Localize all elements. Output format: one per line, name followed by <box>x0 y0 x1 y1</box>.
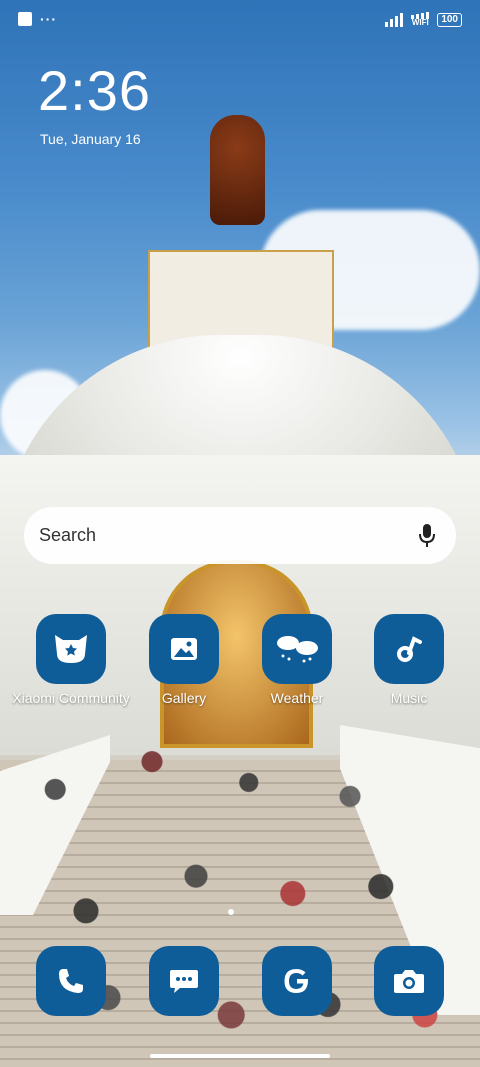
dock-camera-icon[interactable] <box>374 946 444 1016</box>
status-right: WIFI 100 <box>385 12 462 27</box>
dock-google-icon[interactable] <box>262 946 332 1016</box>
battery-indicator: 100 <box>437 12 462 27</box>
app-label: Weather <box>270 690 324 706</box>
app-label: Xiaomi Community <box>12 690 130 706</box>
dock-phone-icon[interactable] <box>36 946 106 1016</box>
gallery-icon[interactable] <box>149 614 219 684</box>
search-bar[interactable]: Search <box>24 507 456 564</box>
xiaomi-community-icon[interactable] <box>36 614 106 684</box>
more-notifications-icon: ··· <box>40 11 57 27</box>
app-weather[interactable]: Weather <box>262 614 332 707</box>
app-music[interactable]: Music <box>374 614 444 707</box>
app-label: Music <box>390 690 428 706</box>
cellular-signal-icon <box>385 12 404 27</box>
status-left: ··· <box>18 12 57 26</box>
microphone-icon[interactable] <box>414 523 440 549</box>
wifi-indicator: WIFI <box>411 12 430 27</box>
weather-icon[interactable] <box>262 614 332 684</box>
app-xiaomi-community[interactable]: Xiaomi Community <box>12 614 130 707</box>
notification-icon <box>18 12 32 26</box>
wifi-label: WIFI <box>411 18 429 27</box>
home-indicator[interactable] <box>150 1054 330 1058</box>
music-icon[interactable] <box>374 614 444 684</box>
status-bar: ··· WIFI 100 <box>0 0 480 42</box>
wallpaper-spire <box>210 115 265 225</box>
date[interactable]: Tue, January 16 <box>40 131 141 147</box>
page-indicator[interactable] <box>228 909 234 915</box>
app-label: Gallery <box>161 690 207 706</box>
home-screen: ··· WIFI 100 2:36 Tue, January 16 Search <box>0 0 480 1067</box>
dock-messages-icon[interactable] <box>149 946 219 1016</box>
clock[interactable]: 2:36 <box>38 58 151 123</box>
search-placeholder[interactable]: Search <box>39 525 414 546</box>
app-gallery[interactable]: Gallery <box>149 614 219 707</box>
